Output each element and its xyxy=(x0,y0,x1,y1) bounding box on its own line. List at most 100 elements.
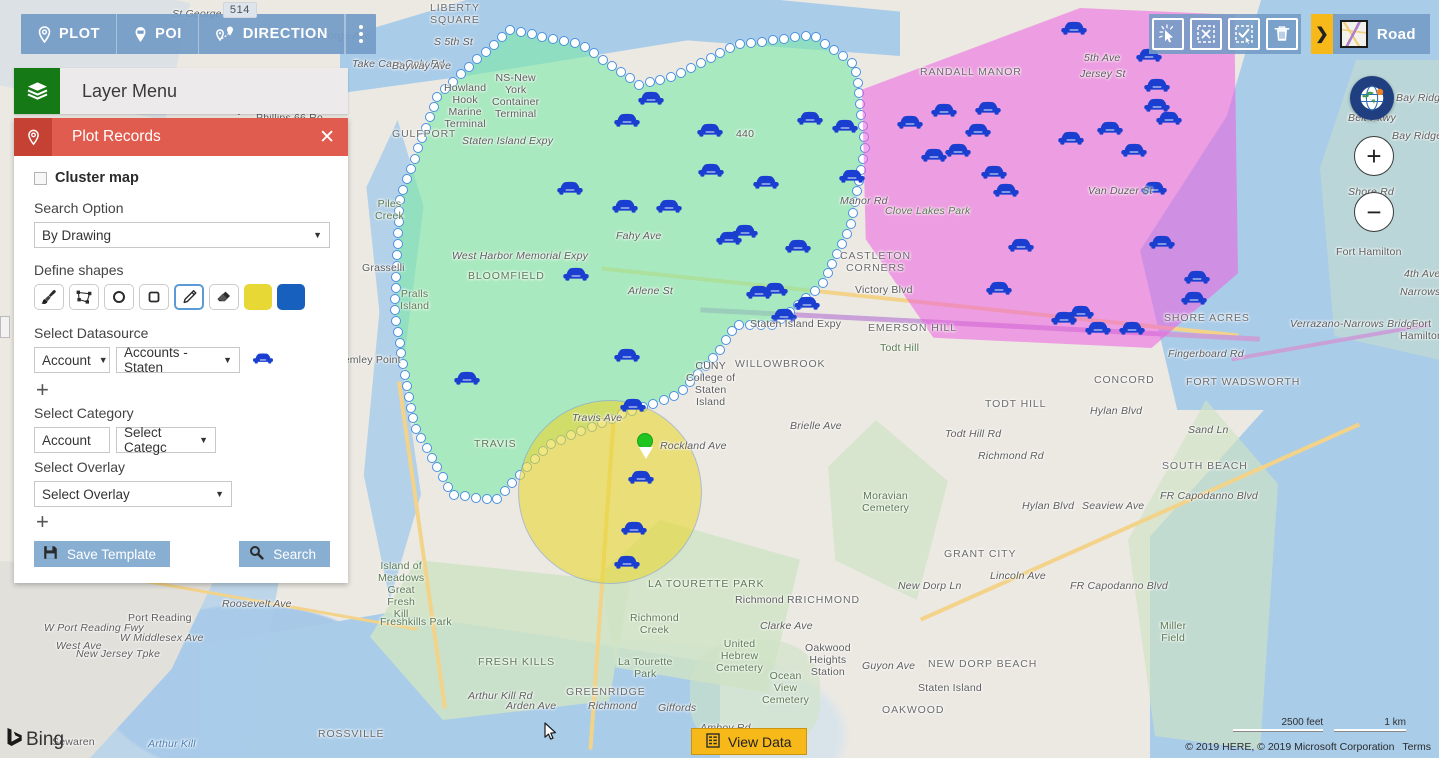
shape-vertex-handle[interactable] xyxy=(692,369,703,380)
car-marker-icon[interactable] xyxy=(611,196,639,214)
shape-vertex-handle[interactable] xyxy=(391,261,402,271)
shape-vertex-handle[interactable] xyxy=(507,477,518,488)
shape-vertex-handle[interactable] xyxy=(800,30,811,41)
shape-vertex-handle[interactable] xyxy=(404,391,415,402)
shape-vertex-handle[interactable] xyxy=(421,122,432,133)
shape-vertex-handle[interactable] xyxy=(480,47,491,58)
bing-logo[interactable]: Bing xyxy=(6,727,64,752)
close-icon[interactable]: ✕ xyxy=(319,128,335,147)
zoom-out-button[interactable]: − xyxy=(1354,192,1394,232)
shape-vertex-handle[interactable] xyxy=(558,36,569,47)
shape-vertex-handle[interactable] xyxy=(836,238,847,249)
car-marker-icon[interactable] xyxy=(637,88,665,106)
category-select[interactable]: Select Categc ▼ xyxy=(116,425,216,455)
shape-vertex-handle[interactable] xyxy=(432,91,443,102)
shape-vertex-handle[interactable] xyxy=(851,66,862,77)
car-marker-icon[interactable] xyxy=(964,120,992,138)
polygon-edit-icon[interactable] xyxy=(69,284,99,310)
search-option-select[interactable]: By Drawing ▼ xyxy=(34,222,330,248)
shape-vertex-handle[interactable] xyxy=(394,206,405,217)
shape-vertex-handle[interactable] xyxy=(848,207,859,218)
nav-item-direction[interactable]: 514 DIRECTION xyxy=(199,2,346,54)
shape-vertex-handle[interactable] xyxy=(392,250,403,260)
globe-locate-icon[interactable] xyxy=(1350,76,1394,120)
shape-vertex-handle[interactable] xyxy=(464,61,475,72)
shape-vertex-handle[interactable] xyxy=(398,184,409,195)
car-marker-icon[interactable] xyxy=(1096,118,1124,136)
shape-vertex-handle[interactable] xyxy=(391,271,402,282)
shape-vertex-handle[interactable] xyxy=(499,485,510,496)
shape-vertex-handle[interactable] xyxy=(665,71,676,82)
shape-vertex-handle[interactable] xyxy=(569,38,580,49)
car-marker-icon[interactable] xyxy=(1084,318,1112,336)
car-marker-icon[interactable] xyxy=(796,108,824,126)
shape-vertex-handle[interactable] xyxy=(407,413,418,424)
cursor-select-icon[interactable] xyxy=(1152,18,1184,50)
add-datasource-button[interactable]: + xyxy=(36,379,49,401)
shape-vertex-handle[interactable] xyxy=(394,195,405,206)
shape-vertex-handle[interactable] xyxy=(405,402,416,413)
car-marker-icon[interactable] xyxy=(944,140,972,158)
color-swatch-yellow[interactable] xyxy=(244,284,272,310)
nav-item-poi[interactable]: POI xyxy=(117,14,199,54)
category-entity-field[interactable]: Account xyxy=(34,427,110,453)
shape-vertex-handle[interactable] xyxy=(515,27,526,38)
shape-vertex-handle[interactable] xyxy=(720,335,731,346)
shape-vertex-handle[interactable] xyxy=(757,36,768,47)
view-data-button[interactable]: View Data xyxy=(691,728,807,755)
zoom-in-button[interactable]: + xyxy=(1354,136,1394,176)
cluster-map-label[interactable]: Cluster map xyxy=(55,170,139,186)
cluster-map-checkbox[interactable] xyxy=(34,171,47,185)
car-marker-icon[interactable] xyxy=(784,236,812,254)
car-marker-icon[interactable] xyxy=(1120,140,1148,158)
car-marker-icon[interactable] xyxy=(613,552,641,570)
shape-vertex-handle[interactable] xyxy=(396,348,407,359)
shape-vertex-handle[interactable] xyxy=(850,197,861,208)
shape-vertex-handle[interactable] xyxy=(470,492,481,503)
terms-link[interactable]: Terms xyxy=(1402,741,1431,753)
shape-vertex-handle[interactable] xyxy=(496,32,507,43)
car-marker-icon[interactable] xyxy=(761,279,789,297)
shape-vertex-handle[interactable] xyxy=(421,443,432,454)
car-marker-icon[interactable] xyxy=(613,110,641,128)
shape-vertex-handle[interactable] xyxy=(390,315,401,326)
selected-location-pin[interactable] xyxy=(637,433,655,459)
shape-vertex-handle[interactable] xyxy=(658,395,669,405)
search-button[interactable]: Search xyxy=(239,541,330,567)
chevron-right-icon[interactable]: ❯ xyxy=(1310,14,1333,54)
car-marker-icon[interactable] xyxy=(980,162,1008,180)
car-marker-icon[interactable] xyxy=(930,100,958,118)
car-marker-icon[interactable] xyxy=(620,518,648,536)
car-marker-icon[interactable] xyxy=(1180,288,1208,306)
shape-vertex-handle[interactable] xyxy=(390,282,401,293)
paintbrush-icon[interactable] xyxy=(34,284,64,310)
shape-vertex-handle[interactable] xyxy=(837,51,848,62)
shape-vertex-handle[interactable] xyxy=(648,398,659,409)
car-marker-icon[interactable] xyxy=(793,293,821,311)
shape-vertex-handle[interactable] xyxy=(846,218,857,229)
datasource-name-select[interactable]: Accounts - Staten ▼ xyxy=(116,345,240,375)
car-marker-icon[interactable] xyxy=(655,196,683,214)
shape-vertex-handle[interactable] xyxy=(714,344,725,355)
shape-vertex-handle[interactable] xyxy=(409,153,420,164)
circle-icon[interactable] xyxy=(104,284,134,310)
car-marker-icon[interactable] xyxy=(985,278,1013,296)
selection-confirm-icon[interactable] xyxy=(1228,18,1260,50)
overlay-select[interactable]: Select Overlay ▼ xyxy=(34,481,232,507)
shape-vertex-handle[interactable] xyxy=(746,37,757,48)
shape-vertex-handle[interactable] xyxy=(537,31,548,42)
eraser-icon[interactable] xyxy=(209,284,239,310)
more-options-icon[interactable] xyxy=(345,14,376,54)
car-marker-icon[interactable] xyxy=(619,395,647,413)
trash-icon[interactable] xyxy=(1266,18,1298,50)
selection-cancel-icon[interactable] xyxy=(1190,18,1222,50)
car-marker-icon[interactable] xyxy=(1143,75,1171,93)
car-marker-icon[interactable] xyxy=(697,160,725,178)
shape-vertex-handle[interactable] xyxy=(822,268,833,279)
shape-vertex-handle[interactable] xyxy=(735,39,746,50)
shape-vertex-handle[interactable] xyxy=(597,54,608,65)
shape-vertex-handle[interactable] xyxy=(393,228,404,239)
shape-vertex-handle[interactable] xyxy=(668,391,679,402)
car-marker-icon[interactable] xyxy=(252,350,274,370)
shape-vertex-handle[interactable] xyxy=(715,47,726,58)
